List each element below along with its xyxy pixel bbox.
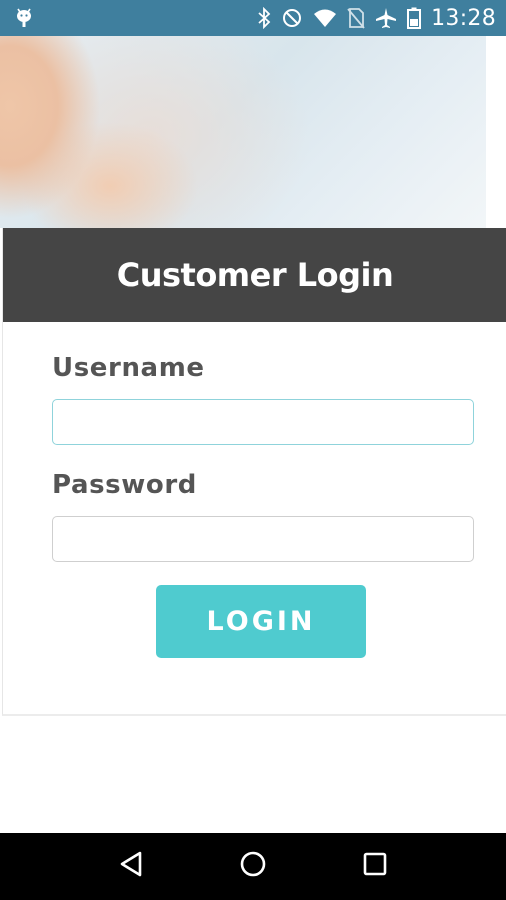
no-sim-icon (347, 7, 365, 29)
login-header: Customer Login (3, 228, 506, 322)
airplane-mode-icon (375, 7, 397, 29)
username-field[interactable] (52, 399, 474, 445)
home-icon (239, 850, 267, 883)
status-bar: 13:28 (0, 0, 506, 36)
back-icon (118, 850, 144, 883)
recents-icon (363, 852, 387, 881)
wifi-icon (313, 8, 337, 28)
login-card: Customer Login Username Password LOGIN (2, 228, 506, 716)
recents-button[interactable] (345, 837, 405, 897)
battery-icon (407, 7, 422, 29)
password-label: Password (52, 470, 197, 500)
hero-right-gap (486, 36, 506, 228)
password-field[interactable] (52, 516, 474, 562)
bluetooth-icon (257, 7, 271, 29)
do-not-disturb-icon (281, 7, 303, 29)
status-time: 13:28 (431, 5, 496, 31)
username-label: Username (52, 353, 205, 383)
navigation-bar (0, 833, 506, 900)
home-button[interactable] (223, 837, 283, 897)
hero-image (0, 36, 486, 228)
page-title: Customer Login (116, 256, 394, 294)
android-debug-icon (14, 7, 34, 29)
login-button[interactable]: LOGIN (156, 585, 366, 658)
back-button[interactable] (101, 837, 161, 897)
